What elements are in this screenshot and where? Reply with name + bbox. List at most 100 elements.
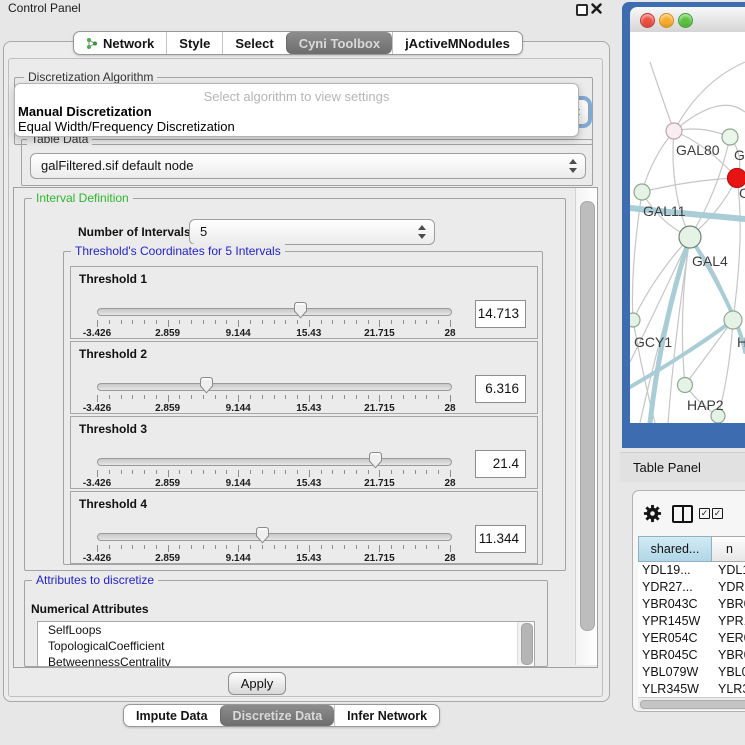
slider-thumb[interactable] — [255, 526, 270, 544]
table-panel-title: Table Panel — [633, 460, 701, 475]
table-row[interactable]: YLR345WYLR345W — [638, 681, 745, 697]
network-window-titlebar[interactable] — [630, 7, 745, 33]
attribute-item[interactable]: TopologicalCoefficient — [38, 638, 534, 654]
tick-mark — [262, 395, 263, 399]
network-node[interactable] — [679, 226, 701, 248]
tab-jactivemnodules[interactable]: jActiveMNodules — [392, 32, 522, 54]
table-row[interactable]: YER054CYER054C — [638, 630, 745, 647]
tick-mark — [156, 320, 157, 324]
checkbox-icon[interactable]: ✓ — [712, 508, 723, 519]
cyni-toolbox-panel: Discretization Algorithm Select algorith… — [3, 41, 610, 702]
network-edge[interactable] — [642, 178, 737, 192]
threshold-slider[interactable]: -3.4262.8599.14415.4321.71528 — [71, 267, 471, 338]
attribute-item[interactable]: BetweennessCentrality — [38, 654, 534, 667]
slider-thumb[interactable] — [199, 376, 214, 394]
selected-table: galFiltered.sif default node — [41, 154, 193, 177]
network-node[interactable] — [630, 313, 640, 327]
tick-mark — [368, 545, 369, 549]
tick-mark — [332, 395, 333, 399]
slider-thumb[interactable] — [368, 451, 383, 469]
tick-label: 9.144 — [226, 478, 251, 489]
node-label: GCY1 — [634, 334, 672, 350]
tab-infer-network[interactable]: Infer Network — [334, 705, 439, 726]
tick-mark — [132, 545, 133, 549]
network-node[interactable] — [666, 123, 682, 139]
tab-cyni-toolbox[interactable]: Cyni Toolbox — [286, 32, 392, 54]
threshold-value-field[interactable]: 14.713 — [475, 300, 526, 328]
dropdown-hint: Select algorithm to view settings — [15, 89, 578, 104]
tick-mark — [238, 320, 239, 327]
threshold-slider[interactable]: -3.4262.8599.14415.4321.71528 — [71, 417, 471, 488]
column-header-name[interactable]: n — [712, 536, 745, 562]
network-edge[interactable] — [642, 131, 674, 192]
network-node[interactable] — [722, 129, 738, 145]
network-node[interactable] — [678, 378, 693, 393]
tick-mark — [238, 545, 239, 552]
tab-label: Network — [103, 36, 154, 51]
network-node[interactable] — [724, 311, 742, 329]
scrollbar-thumb[interactable] — [640, 700, 745, 709]
tick-label: 21.715 — [364, 403, 395, 414]
tick-mark — [356, 395, 357, 399]
tab-impute-data[interactable]: Impute Data — [124, 705, 220, 726]
tab-style[interactable]: Style — [166, 32, 222, 54]
gear-icon[interactable] — [643, 504, 662, 523]
scrollbar-thumb[interactable] — [521, 623, 533, 665]
network-window[interactable]: GAL80GCGAL11GAL4GCY1HHAP2 — [622, 2, 745, 448]
tick-mark — [274, 320, 275, 324]
network-edge[interactable] — [633, 237, 690, 320]
table-row[interactable]: YDL19...YDL19... — [638, 562, 745, 579]
tick-label: 28 — [444, 478, 455, 489]
attribute-item[interactable]: SelfLoops — [38, 622, 534, 638]
tick-mark — [250, 545, 251, 549]
network-edge[interactable] — [685, 320, 733, 385]
network-edge[interactable] — [650, 62, 674, 131]
tick-label: 21.715 — [364, 478, 395, 489]
table-row[interactable]: YDR27...YDR27... — [638, 579, 745, 596]
close-traffic-light-icon[interactable] — [640, 13, 655, 28]
tick-mark — [344, 470, 345, 474]
scrollbar-thumb[interactable] — [580, 201, 595, 631]
table-row[interactable]: YBR043CYBR043C — [638, 596, 745, 613]
network-edge[interactable] — [674, 105, 745, 131]
tick-mark — [121, 395, 122, 399]
slider-thumb[interactable] — [293, 301, 308, 319]
tick-mark — [379, 395, 380, 402]
tab-select[interactable]: Select — [222, 32, 285, 54]
float-window-icon[interactable] — [576, 4, 588, 16]
number-of-intervals-select[interactable]: 5 — [189, 219, 435, 245]
threshold-value-field[interactable]: 11.344 — [475, 525, 526, 553]
table-row[interactable]: YBR045CYBR045C — [638, 647, 745, 664]
table-panel-titlebar: Table Panel — [620, 452, 745, 482]
tick-mark — [285, 545, 286, 549]
tick-mark — [356, 545, 357, 549]
checkbox-icon[interactable]: ✓ — [699, 508, 710, 519]
threshold-slider[interactable]: -3.4262.8599.14415.4321.71528 — [71, 492, 471, 563]
tick-label: 2.859 — [155, 553, 180, 564]
minimize-traffic-light-icon[interactable] — [659, 13, 674, 28]
close-icon[interactable] — [591, 3, 602, 14]
network-edge[interactable] — [674, 62, 745, 131]
tick-mark — [262, 470, 263, 474]
threshold-value-field[interactable]: 21.4 — [475, 450, 526, 478]
dropdown-item-equal-width-frequency[interactable]: Equal Width/Frequency Discretization — [18, 119, 235, 134]
split-column-icon[interactable] — [672, 505, 693, 523]
dropdown-item-manual-discretization[interactable]: Manual Discretization — [18, 104, 152, 119]
table-row[interactable]: YPR145WYPR145W — [638, 613, 745, 630]
tab-network[interactable]: Network — [74, 32, 166, 54]
group-title: Discretization Algorithm — [24, 70, 157, 84]
network-node[interactable] — [634, 184, 650, 200]
table-row[interactable]: YBL079WYBL079W — [638, 664, 745, 681]
apply-button[interactable]: Apply — [228, 672, 286, 695]
table-data-select[interactable]: galFiltered.sif default node — [30, 153, 586, 179]
zoom-traffic-light-icon[interactable] — [678, 13, 693, 28]
network-canvas[interactable]: GAL80GCGAL11GAL4GCY1HHAP2 — [630, 32, 745, 423]
cell-shared-name: YDL19... — [638, 562, 712, 579]
screen: Control Panel NetworkStyleSelectCyni Too… — [0, 0, 745, 745]
threshold-value-field[interactable]: 6.316 — [475, 375, 526, 403]
threshold-slider[interactable]: -3.4262.8599.14415.4321.71528 — [71, 342, 471, 413]
tick-mark — [450, 395, 451, 402]
node-label: GAL11 — [643, 203, 686, 219]
column-header-shared-name[interactable]: shared... — [638, 536, 712, 562]
tab-discretize-data[interactable]: Discretize Data — [220, 705, 335, 726]
